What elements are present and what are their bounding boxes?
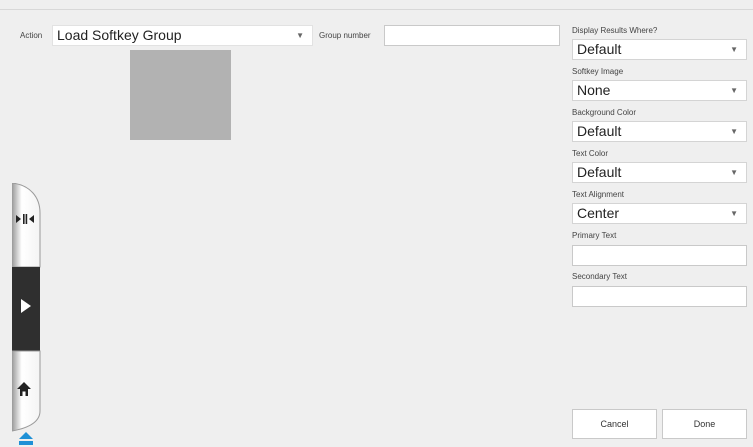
softkey-preview-image xyxy=(130,50,231,140)
action-select[interactable]: Load Softkey Group ▼ xyxy=(52,25,313,46)
chevron-down-icon: ▼ xyxy=(730,86,738,95)
home-icon[interactable] xyxy=(16,381,32,397)
display-results-label: Display Results Where? xyxy=(572,26,658,35)
text-color-select[interactable]: Default ▼ xyxy=(572,162,747,183)
chevron-down-icon: ▼ xyxy=(730,209,738,218)
background-color-select[interactable]: Default ▼ xyxy=(572,121,747,142)
chevron-down-icon: ▼ xyxy=(730,45,738,54)
text-alignment-label: Text Alignment xyxy=(572,190,625,199)
top-divider xyxy=(0,9,753,10)
softkey-image-value: None xyxy=(577,82,611,98)
display-results-select[interactable]: Default ▼ xyxy=(572,39,747,60)
side-dock xyxy=(12,183,43,445)
text-color-label: Text Color xyxy=(572,149,609,158)
primary-text-input[interactable] xyxy=(572,245,747,266)
chevron-down-icon: ▼ xyxy=(730,127,738,136)
background-color-label: Background Color xyxy=(572,108,637,117)
done-button[interactable]: Done xyxy=(662,409,747,439)
text-color-value: Default xyxy=(577,164,622,180)
action-label: Action xyxy=(20,31,43,40)
secondary-text-label: Secondary Text xyxy=(572,272,627,281)
secondary-text-input[interactable] xyxy=(572,286,747,307)
collapse-arrows-icon[interactable] xyxy=(16,213,34,225)
primary-text-label: Primary Text xyxy=(572,231,617,240)
action-select-value: Load Softkey Group xyxy=(57,27,182,43)
group-number-label: Group number xyxy=(319,31,371,40)
text-alignment-value: Center xyxy=(577,205,620,221)
play-icon[interactable] xyxy=(20,298,32,314)
text-alignment-select[interactable]: Center ▼ xyxy=(572,203,747,224)
chevron-down-icon: ▼ xyxy=(296,31,304,40)
group-number-input[interactable] xyxy=(384,25,560,46)
cancel-button[interactable]: Cancel xyxy=(572,409,657,439)
background-color-value: Default xyxy=(577,123,622,139)
softkey-image-select[interactable]: None ▼ xyxy=(572,80,747,101)
chevron-down-icon: ▼ xyxy=(730,168,738,177)
display-results-value: Default xyxy=(577,41,622,57)
eject-icon[interactable] xyxy=(18,432,34,447)
softkey-image-label: Softkey Image xyxy=(572,67,624,76)
